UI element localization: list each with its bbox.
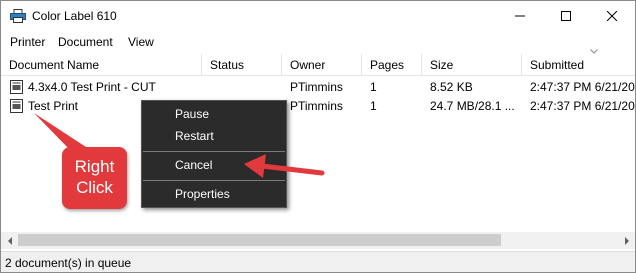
column-header-size[interactable]: Size xyxy=(422,54,522,76)
chevron-left-icon xyxy=(7,236,12,245)
row-owner: PTimmins xyxy=(290,80,343,94)
row-pages: 1 xyxy=(370,99,377,113)
column-header-owner[interactable]: Owner xyxy=(282,54,362,76)
right-click-callout: Right Click xyxy=(62,147,127,209)
list-header: Document Name Status Owner Pages Size Su… xyxy=(1,54,635,76)
menu-separator xyxy=(143,151,285,152)
window-title: Color Label 610 xyxy=(32,9,117,23)
title-bar: Color Label 610 xyxy=(1,1,635,31)
column-header-submitted[interactable]: Submitted xyxy=(522,54,635,76)
table-row[interactable]: Test Print PTimmins 1 24.7 MB/28.1 ... 2… xyxy=(1,97,635,116)
menu-item-restart[interactable]: Restart xyxy=(142,125,286,147)
close-button[interactable] xyxy=(589,1,635,31)
menu-document[interactable]: Document xyxy=(58,35,113,49)
menu-printer[interactable]: Printer xyxy=(10,35,45,49)
scroll-left-button[interactable] xyxy=(1,232,18,249)
queue-status: 2 document(s) in queue xyxy=(5,256,132,270)
row-status xyxy=(210,78,280,97)
document-icon xyxy=(10,99,23,113)
maximize-button[interactable] xyxy=(543,1,589,31)
column-header-document-name[interactable]: Document Name xyxy=(1,54,202,76)
status-bar: 2 document(s) in queue xyxy=(1,251,635,272)
menu-item-properties[interactable]: Properties xyxy=(142,183,286,205)
document-icon xyxy=(10,80,23,94)
print-queue-window: Color Label 610 Printer Document View Do… xyxy=(0,0,636,273)
row-size: 24.7 MB/28.1 ... xyxy=(430,99,515,113)
row-owner: PTimmins xyxy=(290,99,343,113)
minimize-icon xyxy=(515,15,525,17)
row-size: 8.52 KB xyxy=(430,80,473,94)
callout-line-2: Click xyxy=(76,178,113,197)
row-document-name: 4.3x4.0 Test Print - CUT xyxy=(28,80,156,94)
row-submitted: 2:47:37 PM 6/21/20... xyxy=(530,99,635,113)
close-icon xyxy=(607,11,617,21)
maximize-icon xyxy=(561,11,571,21)
row-document-name: Test Print xyxy=(28,99,79,113)
scroll-right-button[interactable] xyxy=(618,232,635,249)
menu-separator xyxy=(143,180,285,181)
table-row[interactable]: 4.3x4.0 Test Print - CUT PTimmins 1 8.52… xyxy=(1,78,635,97)
scrollbar-thumb[interactable] xyxy=(18,234,501,246)
menu-bar: Printer Document View xyxy=(1,32,635,52)
row-pages: 1 xyxy=(370,80,377,94)
menu-view[interactable]: View xyxy=(128,35,154,49)
minimize-button[interactable] xyxy=(497,1,543,31)
chevron-right-icon xyxy=(624,236,629,245)
context-menu: Pause Restart Cancel Properties xyxy=(141,100,287,208)
menu-item-pause[interactable]: Pause xyxy=(142,103,286,125)
printer-icon xyxy=(10,9,26,23)
horizontal-scrollbar[interactable] xyxy=(1,232,635,249)
column-header-status[interactable]: Status xyxy=(202,54,282,76)
column-header-pages[interactable]: Pages xyxy=(362,54,422,76)
menu-item-cancel[interactable]: Cancel xyxy=(142,154,286,176)
row-submitted: 2:47:37 PM 6/21/20... xyxy=(530,80,635,94)
callout-line-1: Right xyxy=(74,157,115,176)
